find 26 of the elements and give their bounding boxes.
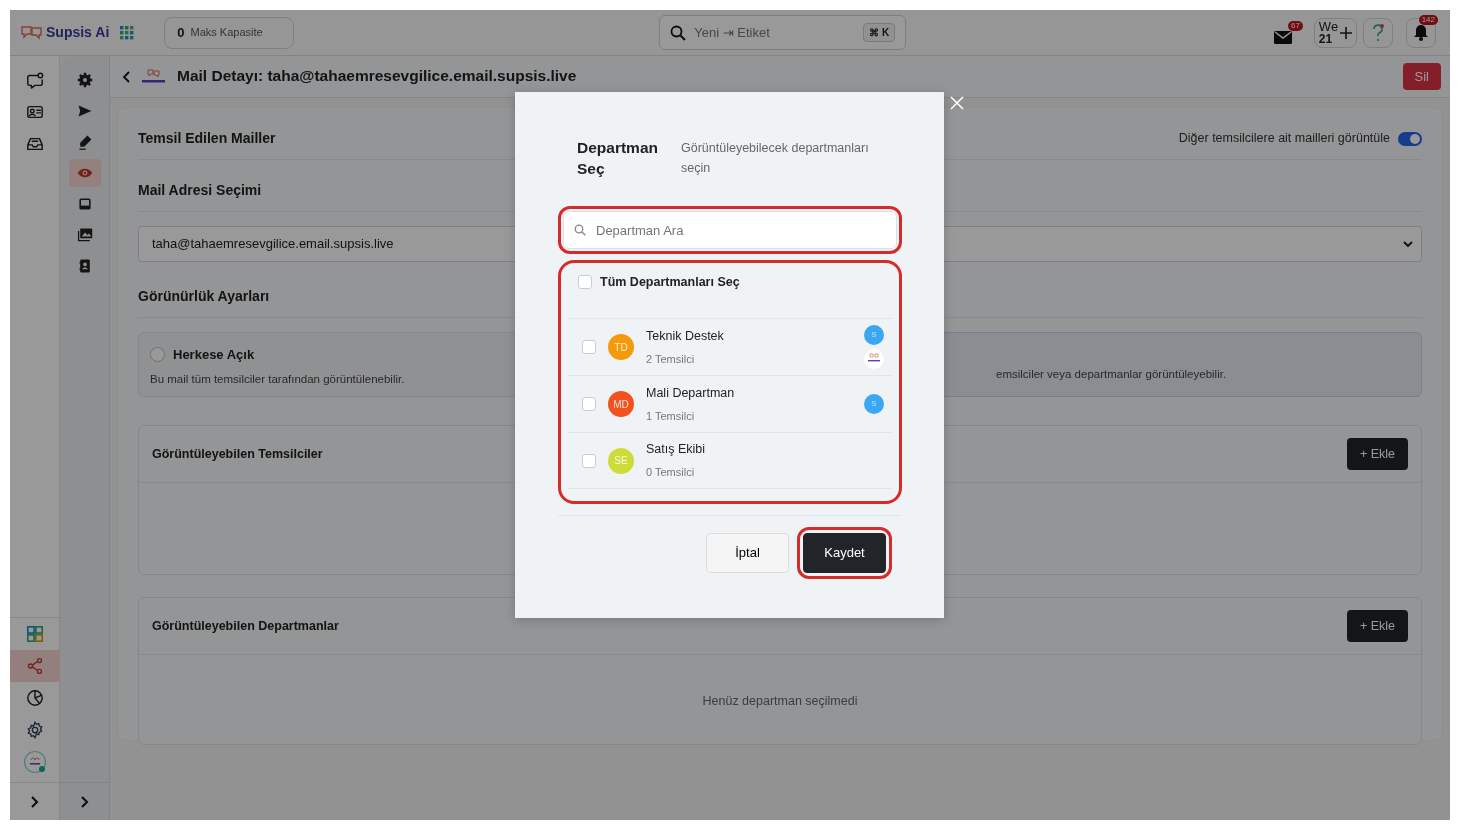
toggle-label: Diğer temsilcilere ait mailleri görüntüle [1178,130,1390,148]
member-count: 2 Temsilci [646,351,696,367]
count-badge: 67 [1288,20,1303,32]
department-avatar: SE [608,447,634,474]
brand-name: Supsis Ai [46,23,110,42]
member-avatar: S [864,325,884,345]
day-number: 21 [1318,33,1334,45]
section-title: Temsil Edilen Mailler [138,129,276,148]
department-name: Satış Ekibi [646,441,707,459]
option-description: Bu mail tüm temsilciler tarafından görüntülenebilir. [150,371,406,387]
member-count: 1 Temsilci [646,408,696,424]
day-name: We [1318,20,1339,33]
count-badge: 142 [1418,14,1438,26]
option-description: emsilciler veya departmanlar görüntüleyebilir. [995,367,1228,382]
panel-title: Görüntüleyebilen Temsilciler [152,445,323,463]
department-avatar: TD [608,334,634,360]
page-title: Mail Detayı: taha@tahaemresevgilice.email.supsis.live [177,67,577,86]
option-label: Herkese Açık [173,346,255,364]
member-avatar: S [864,394,884,414]
member-count: 0 Temsilci [646,465,696,481]
empty-message: Henüz departman seçilmedi [701,693,859,710]
department-avatar: MD [608,391,634,417]
capacity-indicator: 0 Maks Kapasite [164,16,295,49]
shortcut-key: ⌘ K [863,23,896,42]
panel-title: Görüntüleyebilen Departmanlar [152,617,339,635]
dialog-subtitle: Görüntüleyebilecek departmanları seçin [681,140,870,177]
